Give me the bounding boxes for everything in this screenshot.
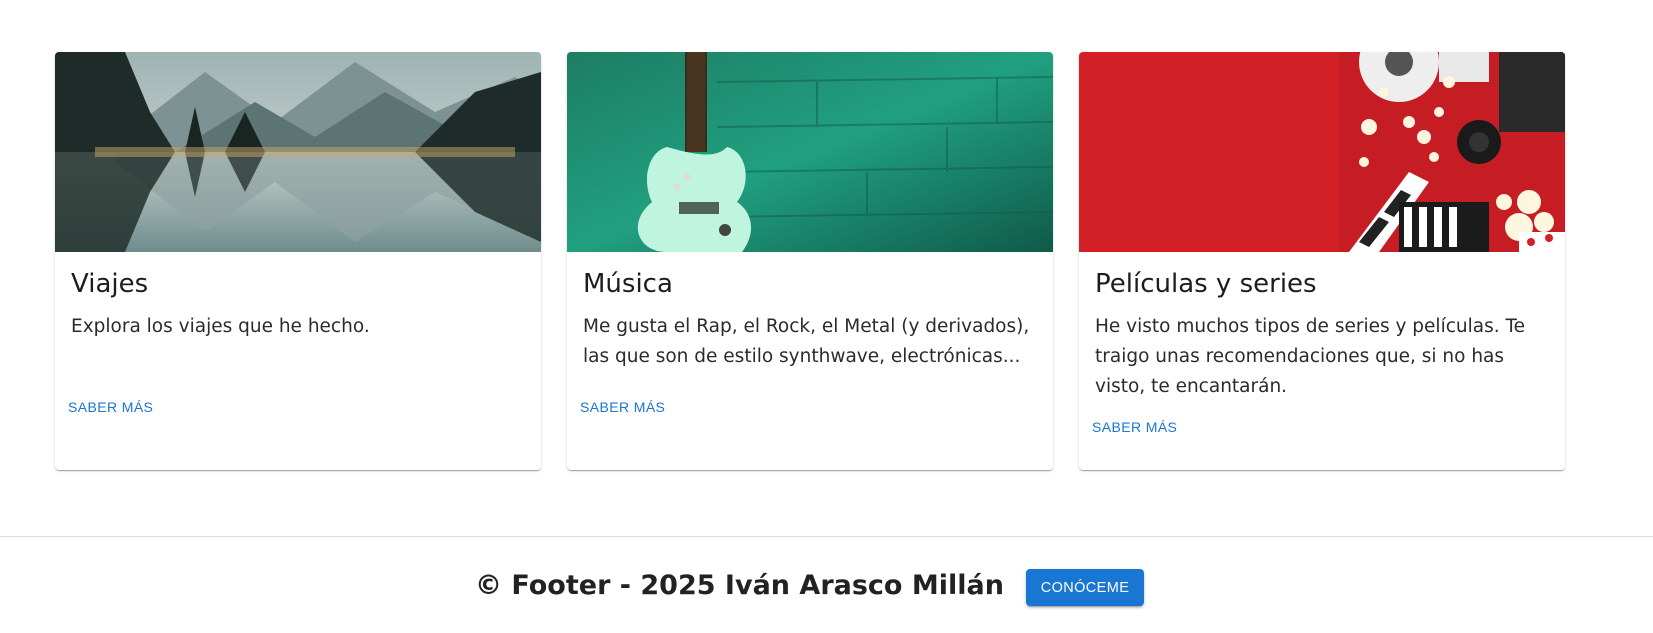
card-content: Viajes Explora los viajes que he hecho. <box>55 252 541 396</box>
saber-mas-button[interactable]: Saber más <box>63 393 158 421</box>
card-actions: Saber más <box>55 393 541 421</box>
card-title: Música <box>583 269 673 299</box>
footer-divider <box>0 536 1653 537</box>
card-description: Me gusta el Rap, el Rock, el Metal (y de… <box>583 316 1030 367</box>
card-peliculas-series: Películas y series He visto muchos tipos… <box>1079 52 1565 470</box>
movies-popcorn-image[interactable] <box>1079 52 1565 252</box>
card-title: Películas y series <box>1095 269 1317 299</box>
page: Viajes Explora los viajes que he hecho. … <box>0 0 1653 633</box>
conoceme-button[interactable]: Conóceme <box>1026 569 1144 606</box>
saber-mas-button[interactable]: Saber más <box>1087 413 1182 441</box>
cards-grid: Viajes Explora los viajes que he hecho. … <box>55 52 1565 470</box>
card-description: Explora los viajes que he hecho. <box>71 316 370 337</box>
card-content: Películas y series He visto muchos tipos… <box>1079 252 1565 416</box>
card-content: Música Me gusta el Rap, el Rock, el Meta… <box>567 252 1053 396</box>
card-actions: Saber más <box>1079 413 1565 441</box>
mountain-lake-image[interactable] <box>55 52 541 252</box>
card-actions: Saber más <box>567 393 1053 421</box>
guitar-image[interactable] <box>567 52 1053 252</box>
footer-copyright: © Footer - 2025 Iván Arasco Millán <box>475 570 1004 601</box>
card-musica: Música Me gusta el Rap, el Rock, el Meta… <box>567 52 1053 470</box>
card-description: He visto muchos tipos de series y pelícu… <box>1095 316 1526 397</box>
saber-mas-button[interactable]: Saber más <box>575 393 670 421</box>
card-title: Viajes <box>71 269 149 299</box>
card-viajes: Viajes Explora los viajes que he hecho. … <box>55 52 541 470</box>
footer: © Footer - 2025 Iván Arasco Millán Conóc… <box>0 566 1653 610</box>
